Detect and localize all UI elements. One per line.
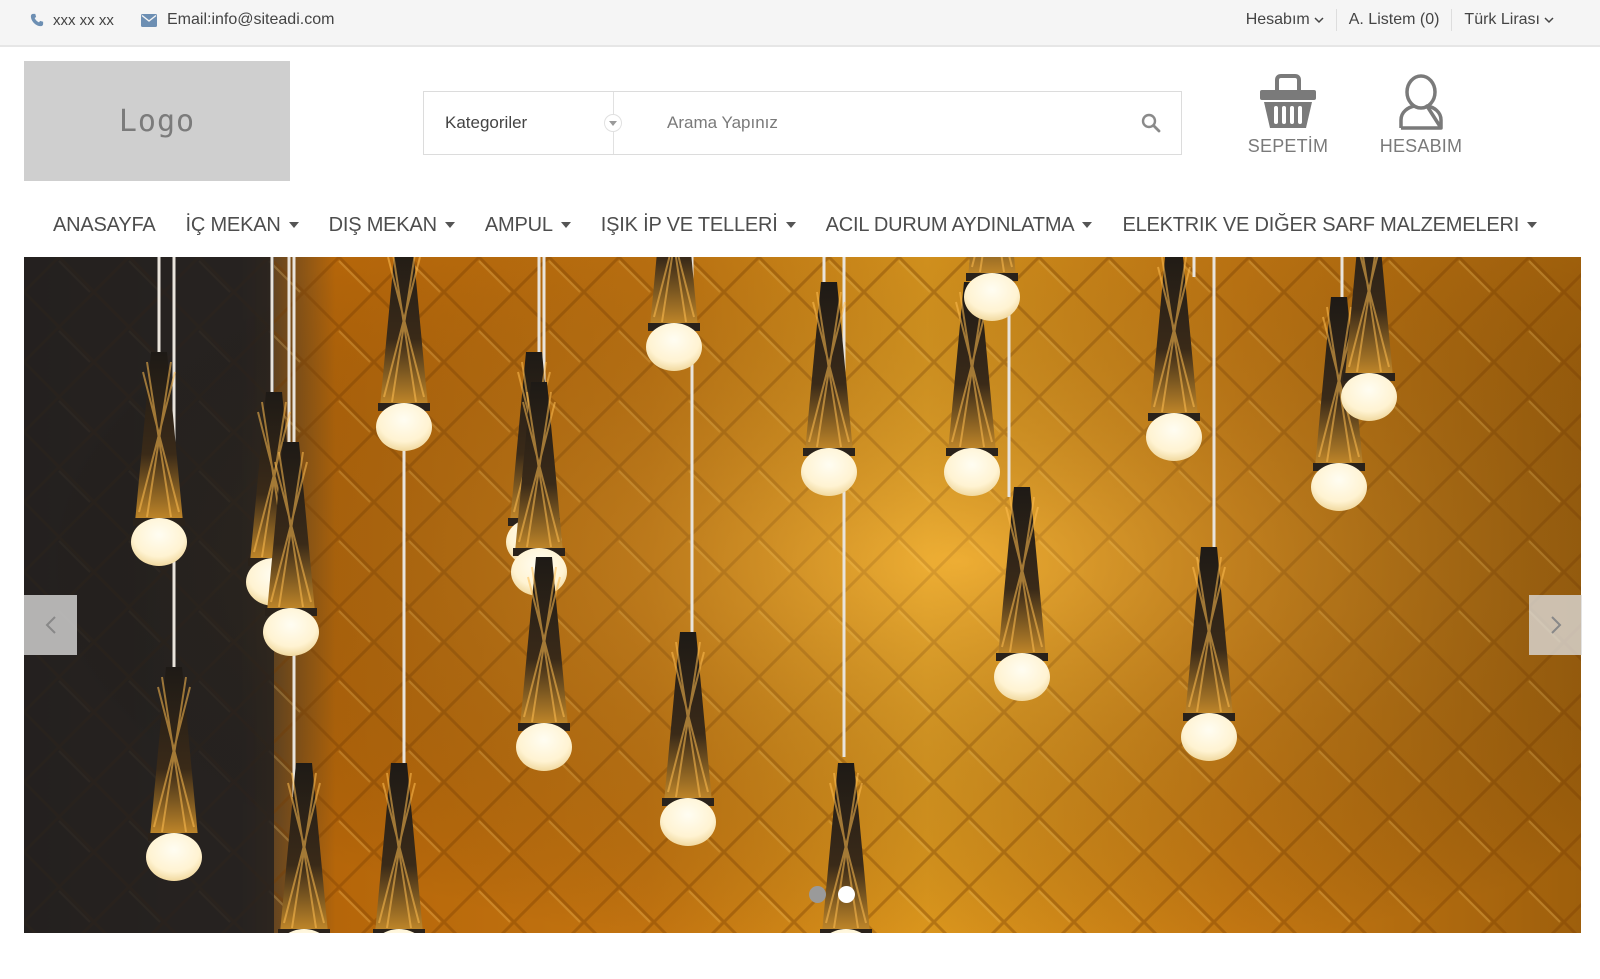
nav-item-ic-mekan[interactable]: İÇ MEKAN xyxy=(171,214,314,237)
nav-item-ampul[interactable]: AMPUL xyxy=(470,214,586,237)
nav-item-label: IŞIK İP VE TELLERİ xyxy=(600,213,778,236)
wishlist-link[interactable]: A. Listem (0) xyxy=(1337,11,1452,29)
slider-next-button[interactable] xyxy=(1529,595,1582,655)
slider-dot-2-active[interactable] xyxy=(838,886,855,903)
caret-down-icon xyxy=(444,222,455,228)
wishlist-label: A. Listem (0) xyxy=(1348,11,1440,28)
nav-item-acil-durum[interactable]: ACIL DURUM AYDINLATMA xyxy=(811,214,1108,237)
nav-item-label: DIŞ MEKAN xyxy=(328,213,437,236)
chevron-down-icon xyxy=(1314,16,1324,23)
dropdown-arrow-icon xyxy=(604,114,622,132)
site-logo[interactable]: Logo xyxy=(24,61,290,181)
currency-dropdown[interactable]: Türk Lirası xyxy=(1452,11,1566,29)
cart-button[interactable]: SEPETİM xyxy=(1233,74,1343,157)
chevron-down-icon xyxy=(1544,16,1554,23)
account-label: HESABIM xyxy=(1379,136,1463,156)
hero-slider xyxy=(24,257,1581,933)
currency-label: Türk Lirası xyxy=(1464,11,1540,28)
user-icon xyxy=(1399,74,1443,130)
caret-down-icon xyxy=(288,222,299,228)
chevron-right-icon xyxy=(1550,616,1561,634)
category-select-label: Kategoriler xyxy=(445,113,528,132)
phone-icon xyxy=(30,13,44,27)
nav-item-elektrik[interactable]: ELEKTRIK VE DIĞER SARF MALZEMELERI xyxy=(1107,214,1552,237)
nav-item-label: ANASAYFA xyxy=(53,213,156,236)
caret-down-icon xyxy=(560,222,571,228)
slide-image xyxy=(24,257,1581,933)
email-address[interactable]: Email:info@siteadi.com xyxy=(167,11,334,29)
category-select[interactable]: Kategoriler xyxy=(424,92,622,154)
caret-down-icon xyxy=(785,222,796,228)
nav-item-label: ACIL DURUM AYDINLATMA xyxy=(825,213,1075,236)
phone-contact: xxx xx xx xyxy=(30,9,114,31)
account-dropdown[interactable]: Hesabım xyxy=(1234,11,1336,29)
caret-down-icon xyxy=(1082,222,1093,228)
shopping-basket-icon xyxy=(1260,74,1316,128)
main-navigation: ANASAYFA İÇ MEKAN DIŞ MEKAN AMPUL IŞIK İ… xyxy=(38,210,1552,240)
cart-label: SEPETİM xyxy=(1247,136,1329,156)
chevron-left-icon xyxy=(45,616,56,634)
search-button[interactable] xyxy=(1121,92,1181,154)
envelope-icon xyxy=(141,13,157,27)
slider-dot-1[interactable] xyxy=(809,886,826,903)
email-contact: Email:info@siteadi.com xyxy=(141,9,334,31)
nav-item-label: İÇ MEKAN xyxy=(185,213,281,236)
phone-number: xxx xx xx xyxy=(53,11,114,29)
account-button[interactable]: HESABIM xyxy=(1366,74,1476,157)
logo-text: Logo xyxy=(118,103,196,139)
nav-item-dis-mekan[interactable]: DIŞ MEKAN xyxy=(314,214,470,237)
nav-item-label: ELEKTRIK VE DIĞER SARF MALZEMELERI xyxy=(1122,213,1520,236)
top-bar: xxx xx xx Email:info@siteadi.com Hesabım… xyxy=(0,0,1600,47)
account-dropdown-label: Hesabım xyxy=(1245,11,1310,28)
nav-item-isik-ip[interactable]: IŞIK İP VE TELLERİ xyxy=(586,214,811,237)
search-icon xyxy=(1141,113,1161,133)
slider-prev-button[interactable] xyxy=(24,595,77,655)
nav-item-anasayfa[interactable]: ANASAYFA xyxy=(38,214,171,237)
search-input[interactable] xyxy=(614,92,1121,154)
nav-item-label: AMPUL xyxy=(484,213,553,236)
search-bar: Kategoriler xyxy=(423,91,1182,155)
top-bar-links: Hesabım A. Listem (0) Türk Lirası xyxy=(1234,8,1566,32)
caret-down-icon xyxy=(1527,222,1538,228)
